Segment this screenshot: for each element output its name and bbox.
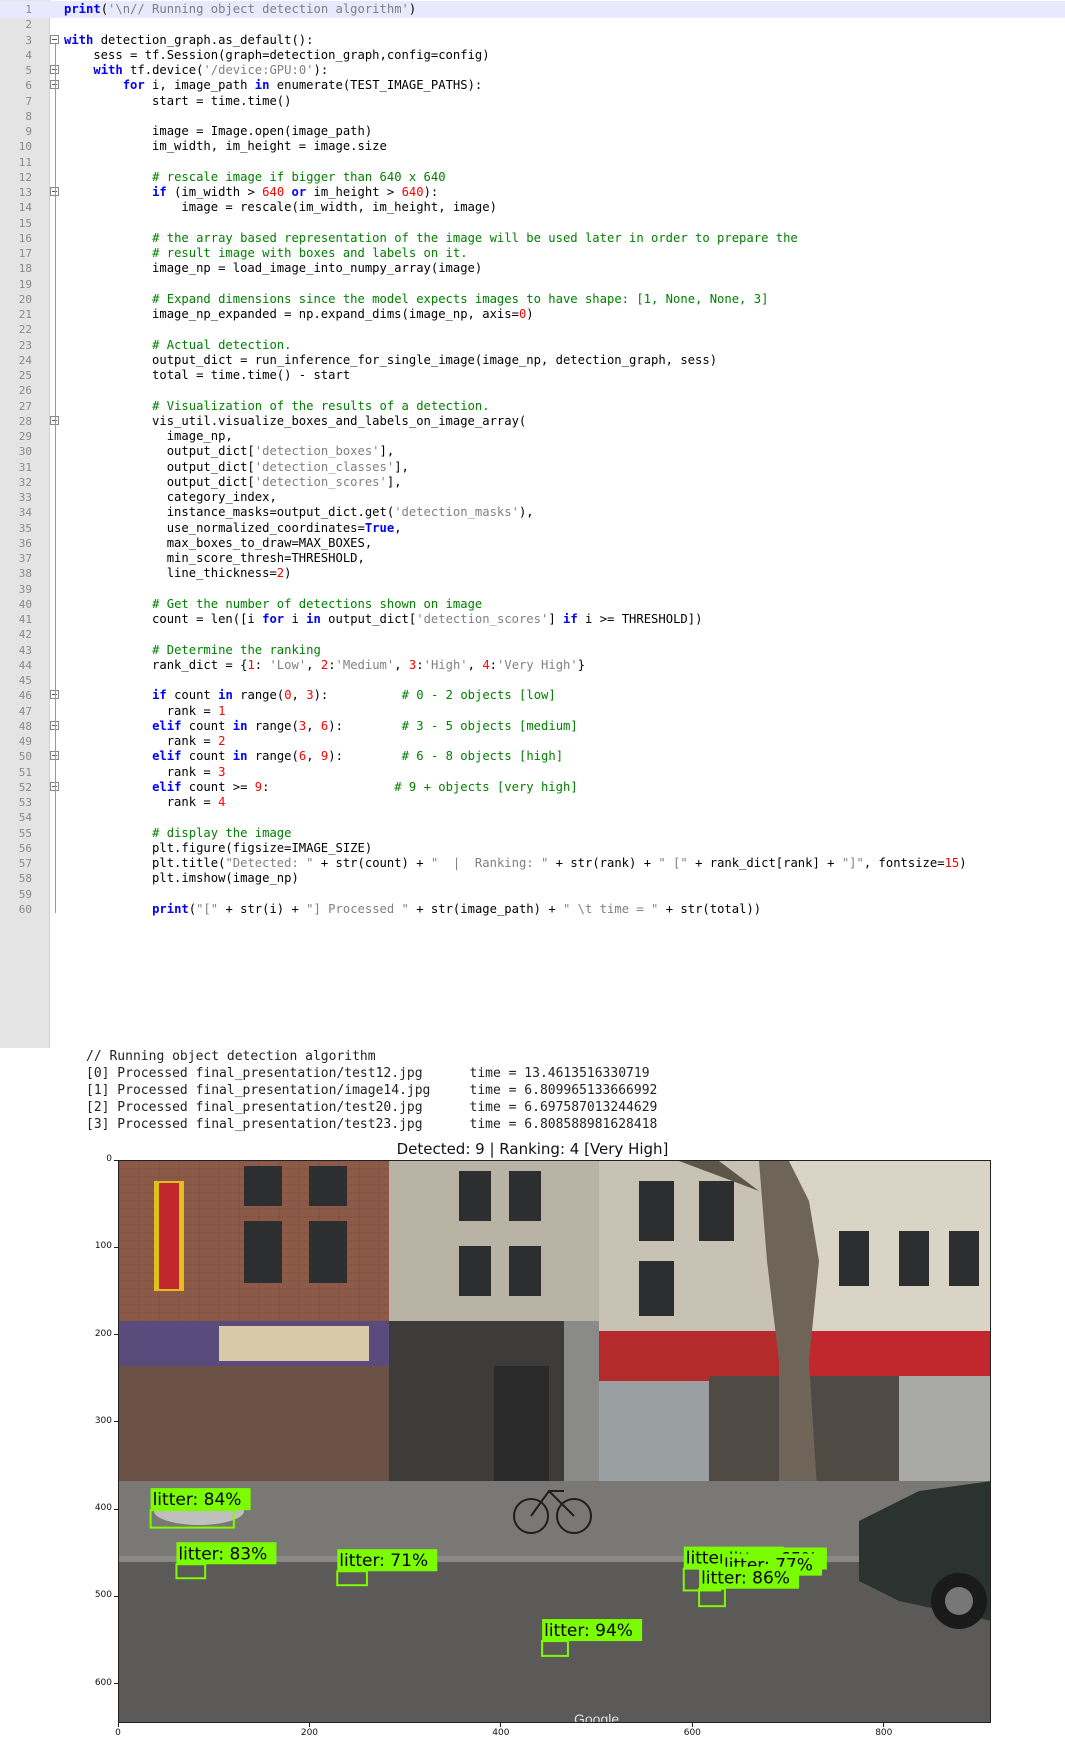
y-tick-label: 400 xyxy=(94,1503,112,1514)
x-tick-label: 200 xyxy=(300,1728,319,1738)
x-tick-mark xyxy=(500,1723,502,1727)
y-tick-label: 600 xyxy=(94,1677,112,1688)
y-tick-label: 200 xyxy=(94,1328,112,1339)
console-line: [1] Processed final_presentation/image14… xyxy=(86,1083,658,1098)
street-photo: Google litter: 84% litter: 83% litter: 71%… xyxy=(119,1161,990,1723)
image-plot: Google litter: 84% litter: 83% litter: 71%… xyxy=(118,1160,991,1723)
x-tick-label: 0 xyxy=(115,1728,121,1738)
detection-label: litter: 86% xyxy=(701,1569,790,1589)
y-tick-mark xyxy=(114,1421,118,1423)
x-tick-label: 800 xyxy=(875,1728,893,1738)
y-tick-mark xyxy=(114,1508,118,1510)
y-tick-mark xyxy=(114,1246,118,1248)
fold-toggle-icon[interactable] xyxy=(50,34,59,44)
x-tick-label: 400 xyxy=(492,1728,510,1738)
y-tick-label: 0 xyxy=(106,1154,112,1164)
y-tick-label: 500 xyxy=(94,1590,112,1601)
detection-label: litter: 94% xyxy=(544,1621,633,1641)
x-tick-mark xyxy=(308,1723,310,1727)
y-tick-mark xyxy=(114,1159,118,1161)
detection-label: litter: 84% xyxy=(153,1490,242,1510)
console-line: [0] Processed final_presentation/test12.… xyxy=(86,1066,650,1081)
x-tick-label: 600 xyxy=(683,1728,701,1738)
console-line: [2] Processed final_presentation/test20.… xyxy=(86,1100,658,1115)
output-console: // Running object detection algorithm [0]… xyxy=(0,1048,1065,1155)
x-tick-mark xyxy=(883,1723,885,1727)
y-tick-mark xyxy=(114,1334,118,1336)
detection-label: litter: 71% xyxy=(339,1551,428,1571)
x-tick-mark xyxy=(691,1723,693,1727)
console-line: [3] Processed final_presentation/test23.… xyxy=(86,1117,658,1132)
code-line[interactable]: 60 print("[" + str(i) + "] Processed " +… xyxy=(0,901,1065,918)
y-tick-mark xyxy=(114,1595,118,1597)
line-number: 60 xyxy=(18,902,32,916)
y-tick-mark xyxy=(114,1683,118,1685)
code-text: print("[" + str(i) + "] Processed " + st… xyxy=(152,901,762,916)
console-line: // Running object detection algorithm xyxy=(86,1049,376,1064)
y-tick-label: 100 xyxy=(94,1241,112,1252)
fold-guide xyxy=(55,43,56,913)
x-tick-mark xyxy=(117,1723,119,1727)
detection-label: litter: 83% xyxy=(178,1544,267,1564)
google-watermark: Google xyxy=(574,1711,619,1723)
y-tick-label: 300 xyxy=(94,1415,112,1426)
code-editor[interactable]: 1 print('\n// Running object detection al… xyxy=(0,0,1065,1048)
figure-title: Detected: 9 | Ranking: 4 [Very High] xyxy=(396,1140,669,1158)
